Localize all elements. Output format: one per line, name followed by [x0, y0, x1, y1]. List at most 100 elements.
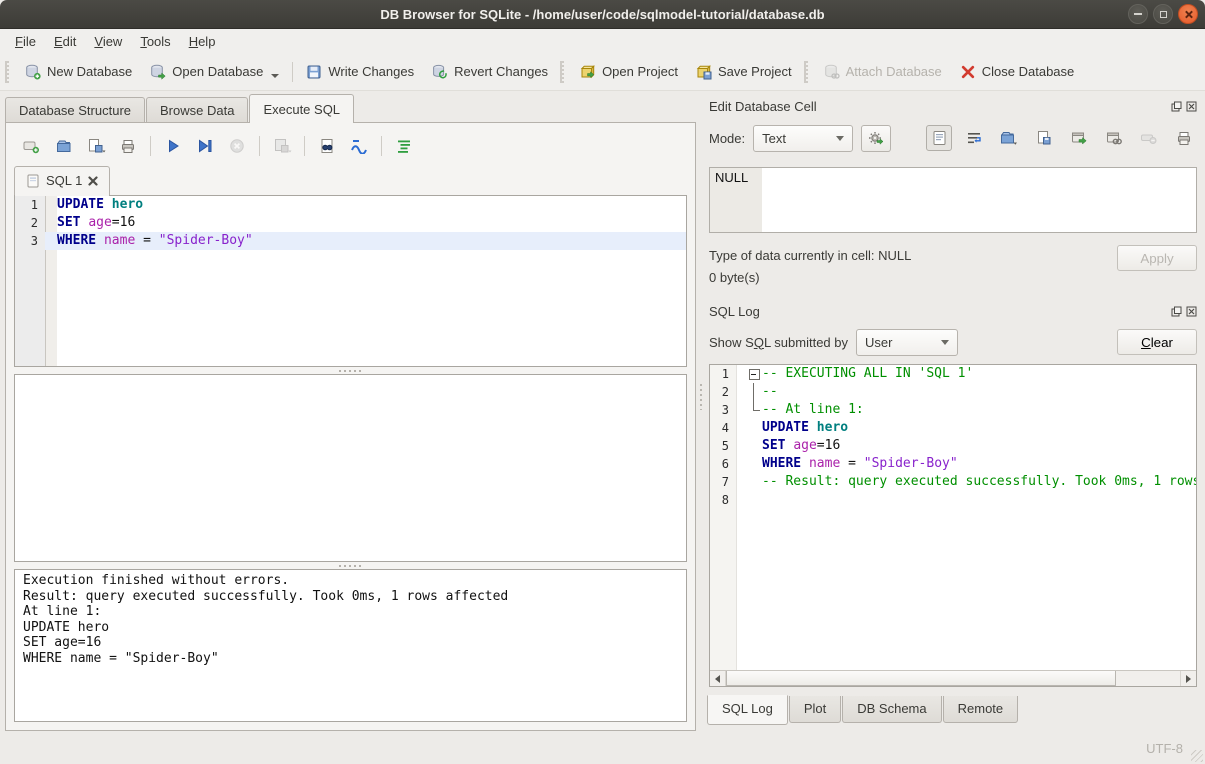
attach-database-icon	[824, 64, 840, 80]
cell-toolbar	[926, 125, 1197, 151]
menu-bar: FileEditViewToolsHelp	[0, 29, 1205, 53]
toolbar-handle[interactable]	[5, 61, 13, 83]
float-panel-icon[interactable]	[1171, 101, 1182, 112]
write-changes-button[interactable]: Write Changes	[297, 59, 423, 85]
bottom-tab-remote[interactable]: Remote	[943, 696, 1019, 723]
close-tab-icon[interactable]	[88, 176, 98, 186]
print-icon[interactable]	[114, 133, 142, 159]
revert-changes-button[interactable]: Revert Changes	[423, 59, 557, 85]
tab-execute-sql[interactable]: Execute SQL	[249, 94, 354, 122]
menu-view[interactable]: View	[85, 31, 131, 52]
title-bar[interactable]: DB Browser for SQLite - /home/user/code/…	[0, 0, 1205, 29]
attach-database-button: Attach Database	[815, 59, 951, 85]
execution-log[interactable]: Execution finished without errors. Resul…	[14, 569, 687, 722]
code-line: 4UPDATE hero	[710, 419, 1196, 437]
edit-cell-header: Edit Database Cell	[709, 96, 1197, 116]
bottom-tabs: SQL LogPlotDB SchemaRemote	[707, 696, 1199, 724]
chevron-down-icon	[941, 340, 949, 345]
open-database-button[interactable]: Open Database	[141, 59, 288, 85]
stop-icon	[223, 133, 251, 159]
sql1-tab-label: SQL 1	[46, 173, 82, 188]
import-cell-icon[interactable]	[996, 125, 1022, 151]
mode-select-value: Text	[762, 131, 786, 146]
close-panel-icon[interactable]	[1186, 101, 1197, 112]
maximize-icon[interactable]	[1153, 4, 1173, 24]
tab-browse-data[interactable]: Browse Data	[146, 97, 248, 122]
sql-log-title: SQL Log	[709, 304, 1171, 319]
code-line: 8	[710, 491, 1196, 509]
sql-editor[interactable]: 1UPDATE hero2SET age=163WHERE name = "Sp…	[14, 195, 687, 367]
export-cell-icon[interactable]	[1031, 125, 1057, 151]
menu-tools[interactable]: Tools	[131, 31, 179, 52]
cell-value-editor[interactable]: NULL	[709, 167, 1197, 233]
code-line: 7-- Result: query executed successfully.…	[710, 473, 1196, 491]
toolbar-handle[interactable]	[560, 61, 568, 83]
minimize-icon[interactable]	[1128, 4, 1148, 24]
main-panel: Database StructureBrowse DataExecute SQL	[5, 94, 696, 731]
open-project-button[interactable]: Open Project	[571, 59, 687, 85]
apply-format-gear-icon[interactable]	[861, 125, 891, 152]
edit-cell-title: Edit Database Cell	[709, 99, 1171, 114]
text-mode-icon[interactable]	[926, 125, 952, 151]
panel-splitter[interactable]	[698, 94, 705, 731]
execute-sql-pane: SQL 1 1UPDATE hero2SET age=163WHERE name…	[5, 122, 696, 731]
link-data-icon[interactable]	[1101, 125, 1127, 151]
results-pane[interactable]	[14, 374, 687, 562]
check-syntax-icon[interactable]	[345, 133, 373, 159]
save-project-label: Save Project	[718, 64, 792, 79]
open-external-icon[interactable]	[1066, 125, 1092, 151]
close-database-button[interactable]: Close Database	[951, 59, 1084, 85]
menu-file[interactable]: File	[6, 31, 45, 52]
new-database-button[interactable]: New Database	[16, 59, 141, 85]
clear-button[interactable]: Clear	[1117, 329, 1197, 355]
cell-value: NULL	[710, 168, 762, 232]
code-line: 5SET age=16	[710, 437, 1196, 455]
toolbar-handle[interactable]	[804, 61, 812, 83]
close-database-icon	[960, 64, 976, 80]
execute-all-icon[interactable]	[159, 133, 187, 159]
menu-help[interactable]: Help	[180, 31, 225, 52]
tab-database-structure[interactable]: Database Structure	[5, 97, 145, 122]
fold-marker-icon[interactable]	[748, 365, 762, 383]
menu-edit[interactable]: Edit	[45, 31, 85, 52]
close-panel-icon[interactable]	[1186, 306, 1197, 317]
editor-results-splitter[interactable]	[14, 367, 687, 374]
open-database-caret-icon[interactable]	[271, 74, 279, 78]
scrollbar-track[interactable]	[726, 671, 1180, 686]
code-line: 2SET age=16	[15, 214, 686, 232]
bottom-tab-plot[interactable]: Plot	[789, 696, 841, 723]
word-wrap-icon[interactable]	[961, 125, 987, 151]
sql-log-code: 1-- EXECUTING ALL IN 'SQL 1'2--3-- At li…	[710, 365, 1196, 686]
bottom-tab-sql-log[interactable]: SQL Log	[707, 695, 788, 725]
scroll-left-icon[interactable]	[710, 671, 726, 686]
mode-select[interactable]: Text	[753, 125, 853, 152]
submitted-by-select[interactable]: User	[856, 329, 958, 356]
open-sql-file-icon[interactable]	[50, 133, 78, 159]
save-sql-file-icon[interactable]	[82, 133, 110, 159]
bottom-tab-db-schema[interactable]: DB Schema	[842, 696, 941, 723]
code-line: 3WHERE name = "Spider-Boy"	[15, 232, 686, 250]
sql-log-view[interactable]: 1-- EXECUTING ALL IN 'SQL 1'2--3-- At li…	[709, 364, 1197, 687]
scroll-right-icon[interactable]	[1180, 671, 1196, 686]
close-icon[interactable]	[1178, 4, 1198, 24]
scrollbar-thumb[interactable]	[726, 671, 1116, 686]
open-database-label: Open Database	[172, 64, 263, 79]
new-sql-tab-icon[interactable]	[18, 133, 46, 159]
save-results-icon	[268, 133, 296, 159]
execute-line-icon[interactable]	[191, 133, 219, 159]
open-database-icon	[150, 64, 166, 80]
save-project-button[interactable]: Save Project	[687, 59, 801, 85]
encoding-indicator[interactable]: UTF-8	[1146, 741, 1183, 756]
sql-log-filter-row: Show SQL submitted by User Clear	[709, 327, 1197, 357]
print-icon[interactable]	[1171, 125, 1197, 151]
float-panel-icon[interactable]	[1171, 306, 1182, 317]
resize-grip[interactable]	[1191, 750, 1203, 762]
results-log-splitter[interactable]	[14, 562, 687, 569]
find-icon[interactable]	[313, 133, 341, 159]
horizontal-scrollbar[interactable]	[710, 670, 1196, 686]
chevron-down-icon	[836, 136, 844, 141]
open-project-label: Open Project	[602, 64, 678, 79]
format-sql-icon[interactable]	[390, 133, 418, 159]
sql1-tab[interactable]: SQL 1	[14, 166, 110, 195]
new-database-label: New Database	[47, 64, 132, 79]
